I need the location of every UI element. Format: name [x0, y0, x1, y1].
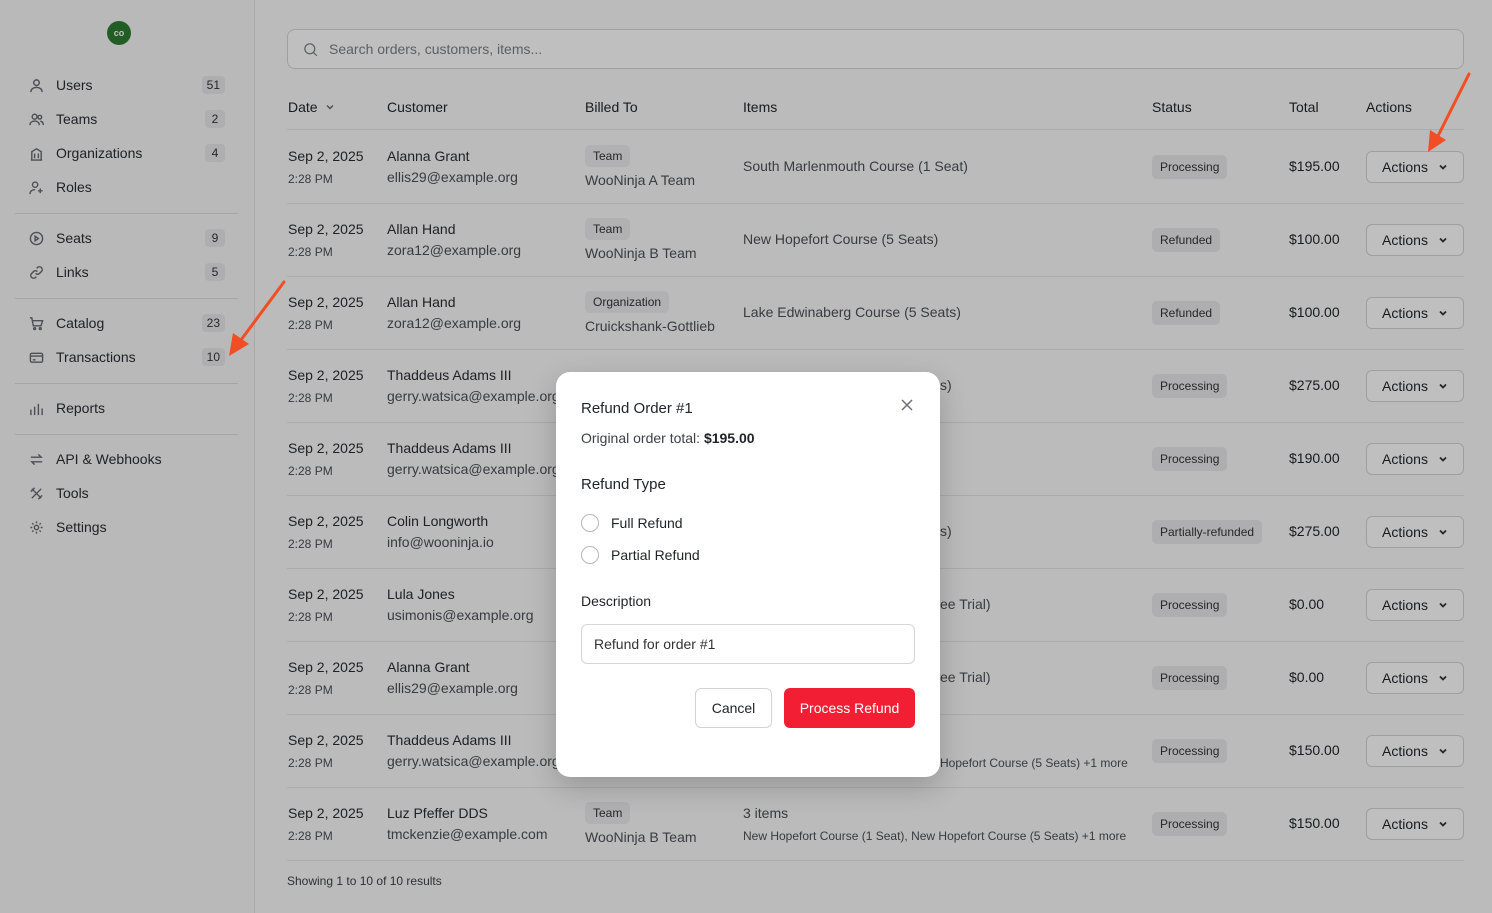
- cancel-button[interactable]: Cancel: [695, 688, 772, 728]
- partial-refund-label: Partial Refund: [611, 547, 700, 563]
- dialog-title: Refund Order #1: [581, 400, 693, 417]
- description-input[interactable]: [581, 624, 915, 664]
- annotation-arrow-icon: [1428, 72, 1471, 152]
- original-total-value: $195.00: [703, 430, 755, 446]
- partial-refund-option[interactable]: Partial Refund: [581, 545, 700, 565]
- full-refund-option[interactable]: Full Refund: [581, 513, 683, 533]
- close-icon[interactable]: [900, 398, 914, 412]
- annotation-arrow-icon: [229, 280, 286, 356]
- refund-type-label: Refund Type: [581, 476, 666, 493]
- full-refund-radio[interactable]: [581, 514, 599, 532]
- description-label: Description: [581, 593, 652, 609]
- original-total: Original order total: $195.00: [581, 430, 755, 446]
- original-total-label: Original order total:: [581, 430, 704, 446]
- refund-dialog: Refund Order #1 Original order total: $1…: [556, 372, 940, 777]
- partial-refund-radio[interactable]: [581, 546, 599, 564]
- full-refund-label: Full Refund: [611, 515, 683, 531]
- process-refund-button[interactable]: Process Refund: [784, 688, 915, 728]
